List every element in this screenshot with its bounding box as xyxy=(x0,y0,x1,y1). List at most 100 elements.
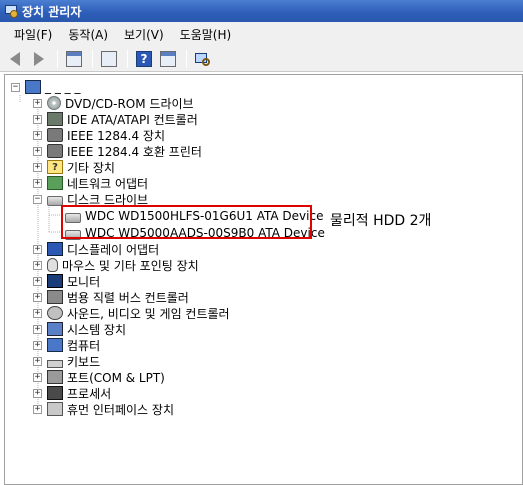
tree-item-usb[interactable]: + 범용 직렬 버스 컨트롤러 xyxy=(33,289,189,305)
title-bar: 장치 관리자 xyxy=(0,0,523,22)
tree-item-label: 시스템 장치 xyxy=(67,322,127,337)
tree-expander[interactable]: + xyxy=(33,130,42,140)
back-arrow-icon xyxy=(10,51,20,66)
printer-icon xyxy=(47,144,63,158)
toolbar: ? xyxy=(0,46,523,72)
usb-icon xyxy=(47,290,63,304)
hid-icon xyxy=(47,402,63,416)
highlight-box xyxy=(61,205,312,239)
update-driver-icon xyxy=(160,50,176,67)
tree-expander[interactable]: + xyxy=(33,244,42,254)
menu-bar: 파일(F) 동작(A) 보기(V) 도움말(H) xyxy=(0,22,523,46)
tree-root[interactable]: − _ _ _ _ xyxy=(11,79,80,95)
annotation-label: 물리적 HDD 2개 xyxy=(330,213,432,229)
tree-expander[interactable]: + xyxy=(33,162,42,172)
tree-item-label: 모니터 xyxy=(67,274,101,289)
window-title: 장치 관리자 xyxy=(22,4,82,19)
system-device-icon xyxy=(47,322,63,336)
tree-expander[interactable]: + xyxy=(33,324,42,334)
tree-item-label: 휴먼 인터페이스 장치 xyxy=(67,402,174,417)
tree-expander[interactable]: + xyxy=(33,308,42,318)
tree-item-ieee-device[interactable]: + IEEE 1284.4 장치 xyxy=(33,127,165,143)
tree-item-label: 마우스 및 기타 포인팅 장치 xyxy=(62,258,199,273)
tree-item-label: 키보드 xyxy=(67,354,101,369)
mouse-icon xyxy=(47,258,58,272)
sound-icon xyxy=(47,306,63,320)
tree-item-monitor[interactable]: + 모니터 xyxy=(33,273,100,289)
forward-button[interactable] xyxy=(28,49,50,69)
tree-root-label: _ _ _ _ xyxy=(45,80,81,94)
menu-file[interactable]: 파일(F) xyxy=(6,24,60,45)
tree-item-system[interactable]: + 시스템 장치 xyxy=(33,321,126,337)
tree-item-label: IEEE 1284.4 장치 xyxy=(67,128,165,143)
tree-item-network[interactable]: + 네트워크 어댑터 xyxy=(33,175,148,191)
computer-icon xyxy=(47,338,63,352)
console-tree-icon xyxy=(66,50,82,67)
tree-expander[interactable]: + xyxy=(33,98,42,108)
port-icon xyxy=(47,370,63,384)
tree-item-sound[interactable]: + 사운드, 비디오 및 게임 컨트롤러 xyxy=(33,305,230,321)
tree-item-label: 사운드, 비디오 및 게임 컨트롤러 xyxy=(67,306,230,321)
tree-item-computer[interactable]: + 컴퓨터 xyxy=(33,337,100,353)
tree-item-keyboard[interactable]: + 키보드 xyxy=(33,353,100,369)
tree-expander[interactable]: + xyxy=(33,260,42,270)
properties-icon xyxy=(101,50,117,67)
network-adapter-icon xyxy=(47,176,63,190)
tree-expander[interactable]: + xyxy=(33,292,42,302)
tree-expander[interactable]: − xyxy=(11,82,20,92)
tree-item-label: 범용 직렬 버스 컨트롤러 xyxy=(67,290,189,305)
tree-item-label: 디스플레이 어댑터 xyxy=(67,242,160,257)
properties-button[interactable] xyxy=(98,49,120,69)
tree-item-other[interactable]: + ? 기타 장치 xyxy=(33,159,115,175)
tree-expander[interactable]: + xyxy=(33,340,42,350)
update-driver-button[interactable] xyxy=(157,49,179,69)
menu-action[interactable]: 동작(A) xyxy=(60,24,116,45)
tree-item-ide[interactable]: + IDE ATA/ATAPI 컨트롤러 xyxy=(33,111,198,127)
tree-item-display[interactable]: + 디스플레이 어댑터 xyxy=(33,241,159,257)
back-button[interactable] xyxy=(4,49,26,69)
tree-item-ports[interactable]: + 포트(COM & LPT) xyxy=(33,369,165,385)
tree-expander[interactable]: + xyxy=(33,372,42,382)
toolbar-separator xyxy=(127,49,128,68)
help-icon: ? xyxy=(136,50,152,67)
tree-expander[interactable]: + xyxy=(33,114,42,124)
tree-item-ieee-printer[interactable]: + IEEE 1284.4 호환 프린터 xyxy=(33,143,202,159)
tree-item-hid[interactable]: + 휴먼 인터페이스 장치 xyxy=(33,401,174,417)
forward-arrow-icon xyxy=(34,51,44,66)
scan-hardware-button[interactable] xyxy=(192,49,214,69)
menu-view[interactable]: 보기(V) xyxy=(116,24,172,45)
tree-item-label: IDE ATA/ATAPI 컨트롤러 xyxy=(67,112,198,127)
display-adapter-icon xyxy=(47,242,63,256)
tree-item-label: 포트(COM & LPT) xyxy=(67,370,165,385)
tree-expander[interactable]: − xyxy=(33,194,42,204)
tree-item-label: 프로세서 xyxy=(67,386,112,401)
toolbar-separator xyxy=(92,49,93,68)
tree-item-dvd[interactable]: + DVD/CD-ROM 드라이브 xyxy=(33,95,194,111)
tree-expander[interactable]: + xyxy=(33,356,42,366)
monitor-icon xyxy=(47,274,63,288)
cd-icon xyxy=(47,96,61,110)
tree-item-label: 네트워크 어댑터 xyxy=(67,176,149,191)
processor-icon xyxy=(47,386,63,400)
tree-item-label: 기타 장치 xyxy=(67,160,115,175)
tree-expander[interactable]: + xyxy=(33,388,42,398)
tree-item-processor[interactable]: + 프로세서 xyxy=(33,385,111,401)
unknown-device-icon: ? xyxy=(47,160,63,174)
menu-help[interactable]: 도움말(H) xyxy=(172,24,240,45)
tree-item-label: IEEE 1284.4 호환 프린터 xyxy=(67,144,202,159)
computer-root-icon xyxy=(25,80,41,94)
keyboard-icon xyxy=(47,360,63,368)
ide-controller-icon xyxy=(47,112,63,126)
console-tree-button[interactable] xyxy=(63,49,85,69)
tree-item-mouse[interactable]: + 마우스 및 기타 포인팅 장치 xyxy=(33,257,199,273)
tree-expander[interactable]: + xyxy=(33,146,42,156)
toolbar-separator xyxy=(57,49,58,68)
device-tree[interactable]: − _ _ _ _ + DVD/CD-ROM 드라이브 + IDE ATA/AT… xyxy=(4,74,523,485)
help-button[interactable]: ? xyxy=(133,49,155,69)
tree-expander[interactable]: + xyxy=(33,178,42,188)
toolbar-separator xyxy=(186,49,187,68)
tree-expander[interactable]: + xyxy=(33,404,42,414)
tree-item-label: DVD/CD-ROM 드라이브 xyxy=(65,96,194,111)
tree-item-label: 컴퓨터 xyxy=(67,338,101,353)
tree-expander[interactable]: + xyxy=(33,276,42,286)
